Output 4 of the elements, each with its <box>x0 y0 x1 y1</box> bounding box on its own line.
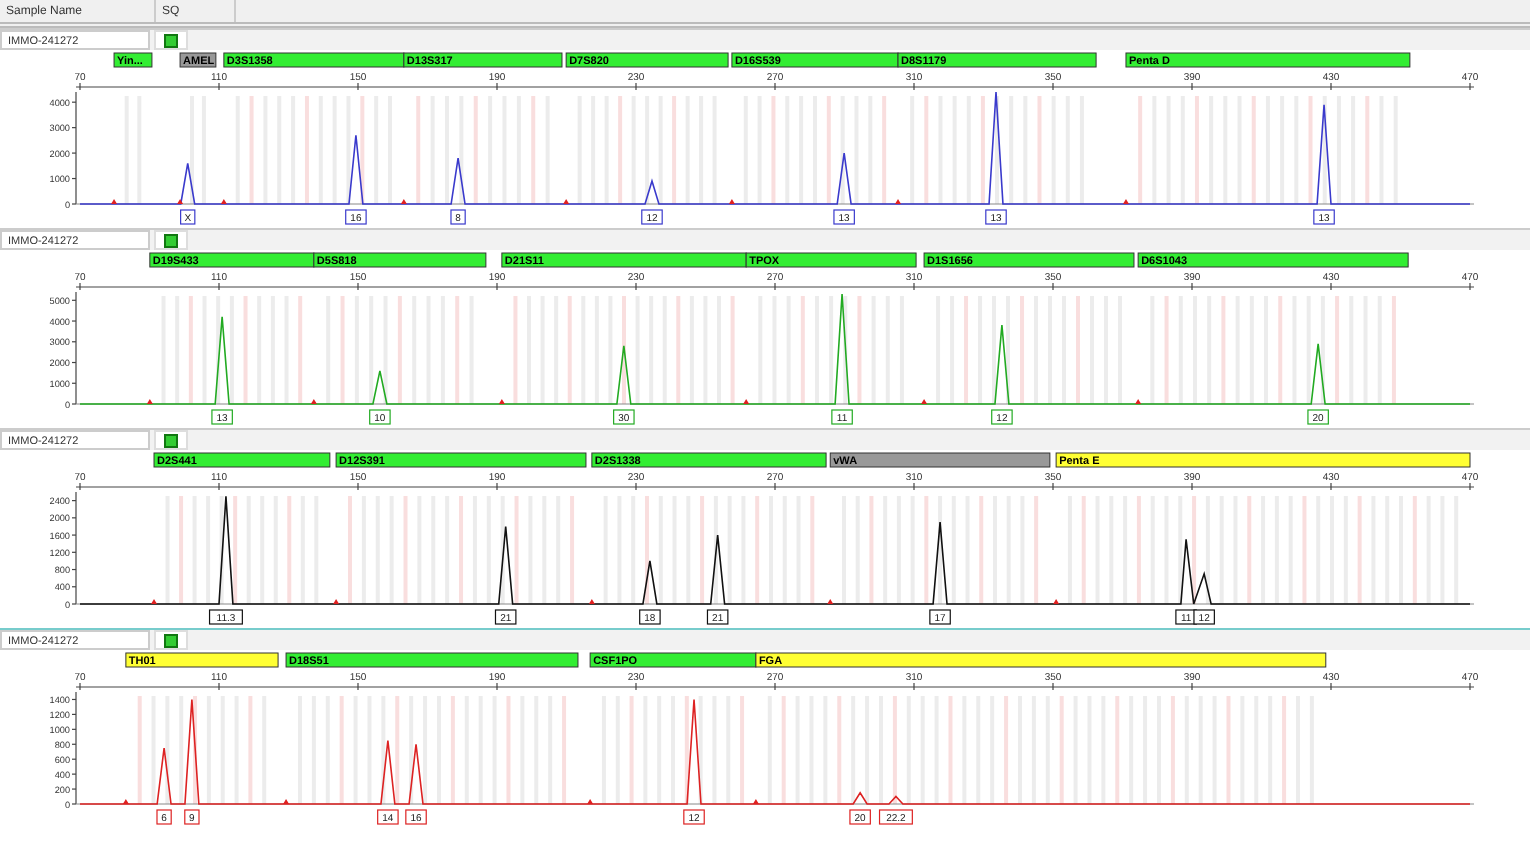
status-indicator[interactable] <box>154 230 188 250</box>
status-indicator[interactable] <box>154 430 188 450</box>
status-indicator[interactable] <box>154 630 188 650</box>
status-indicator[interactable] <box>154 30 188 50</box>
